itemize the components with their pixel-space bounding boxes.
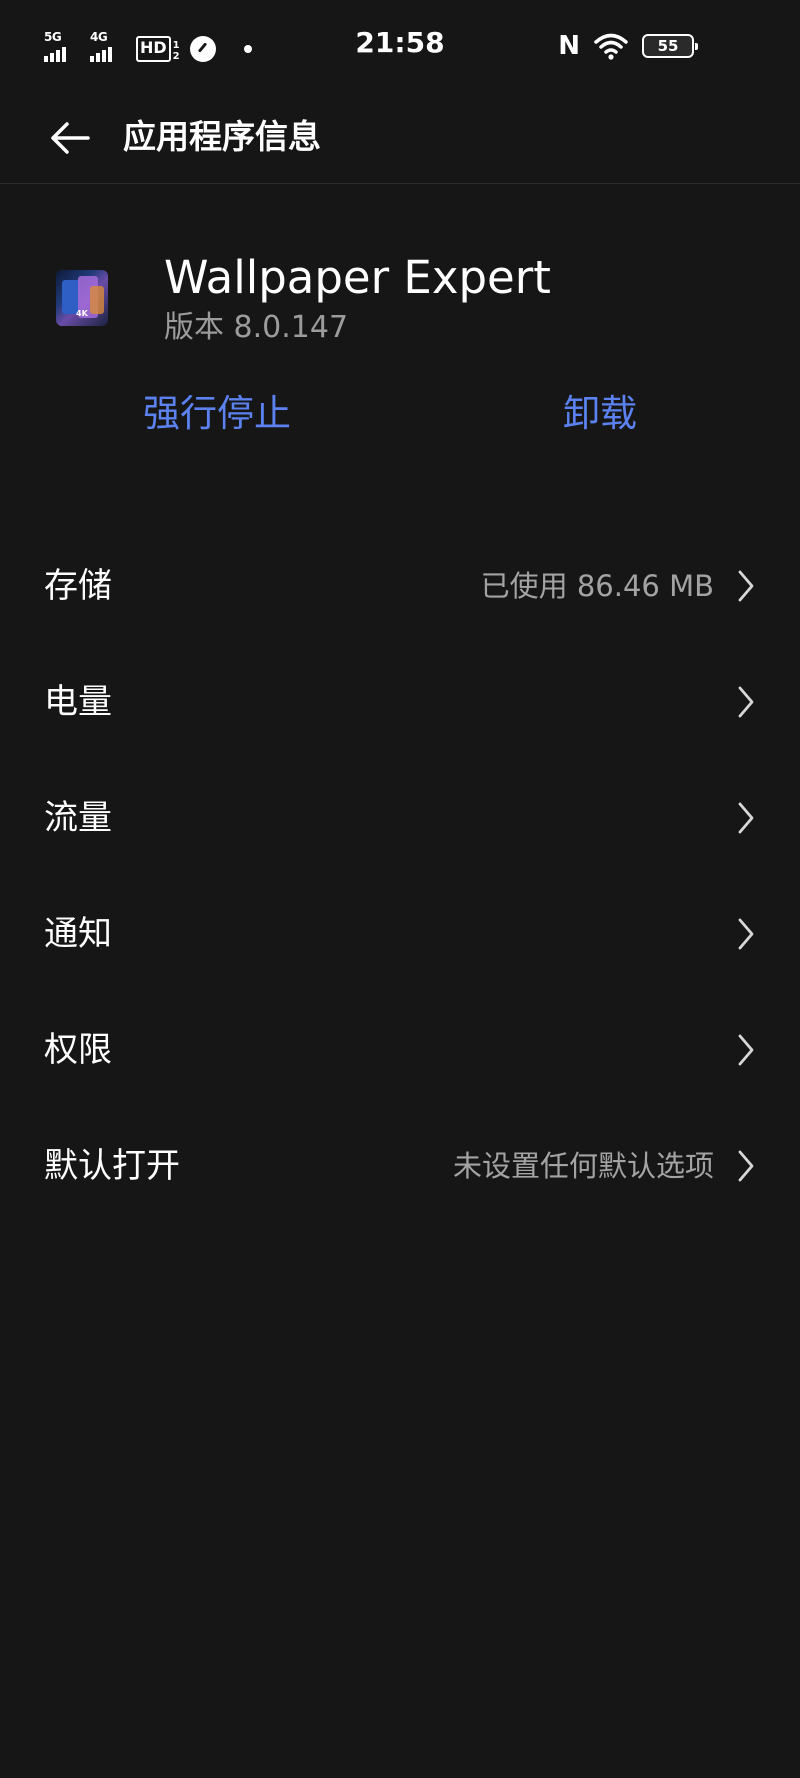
settings-item-label: 流量	[44, 798, 112, 838]
settings-item-permissions[interactable]: 权限	[0, 992, 800, 1108]
settings-list: 存储 已使用 86.46 MB 电量 流量 通知 权限 默认打开 未设置任何默认…	[0, 528, 800, 1224]
app-name: Wallpaper Expert	[164, 251, 551, 304]
settings-item-storage[interactable]: 存储 已使用 86.46 MB	[0, 528, 800, 644]
force-stop-button[interactable]: 强行停止	[143, 385, 291, 443]
app-info-screen: 5G 4G HD 1 2 21:58 N 55 应用程序信息 4K Wallpa…	[0, 0, 800, 1778]
battery-level: 55	[657, 37, 679, 55]
arrow-left-icon	[51, 122, 90, 154]
settings-item-notifications[interactable]: 通知	[0, 876, 800, 992]
settings-item-label: 默认打开	[44, 1146, 180, 1186]
settings-item-open-by-default[interactable]: 默认打开 未设置任何默认选项	[0, 1108, 800, 1224]
settings-item-label: 通知	[44, 914, 112, 954]
status-bar-right: N 55	[558, 30, 698, 62]
settings-item-label: 电量	[44, 682, 112, 722]
app-icon: 4K	[56, 270, 108, 326]
chevron-right-icon	[738, 570, 754, 602]
settings-item-value: 已使用 86.46 MB	[480, 569, 714, 603]
app-bar: 应用程序信息	[0, 92, 800, 184]
settings-item-data-usage[interactable]: 流量	[0, 760, 800, 876]
chevron-right-icon	[738, 802, 754, 834]
battery-icon: 55	[642, 34, 698, 58]
page-title: 应用程序信息	[123, 117, 321, 156]
back-button[interactable]	[40, 110, 100, 166]
app-version: 版本 8.0.147	[164, 310, 349, 345]
settings-item-battery[interactable]: 电量	[0, 644, 800, 760]
chevron-right-icon	[738, 1150, 754, 1182]
app-icon-badge: 4K	[76, 309, 88, 318]
settings-item-label: 权限	[44, 1030, 112, 1070]
chevron-right-icon	[738, 686, 754, 718]
chevron-right-icon	[738, 918, 754, 950]
uninstall-button[interactable]: 卸载	[563, 385, 637, 443]
settings-item-value: 未设置任何默认选项	[452, 1149, 714, 1183]
status-bar: 5G 4G HD 1 2 21:58 N 55	[0, 0, 800, 92]
nfc-icon: N	[558, 31, 580, 61]
chevron-right-icon	[738, 1034, 754, 1066]
wifi-icon	[594, 33, 628, 60]
settings-item-label: 存储	[44, 566, 112, 606]
